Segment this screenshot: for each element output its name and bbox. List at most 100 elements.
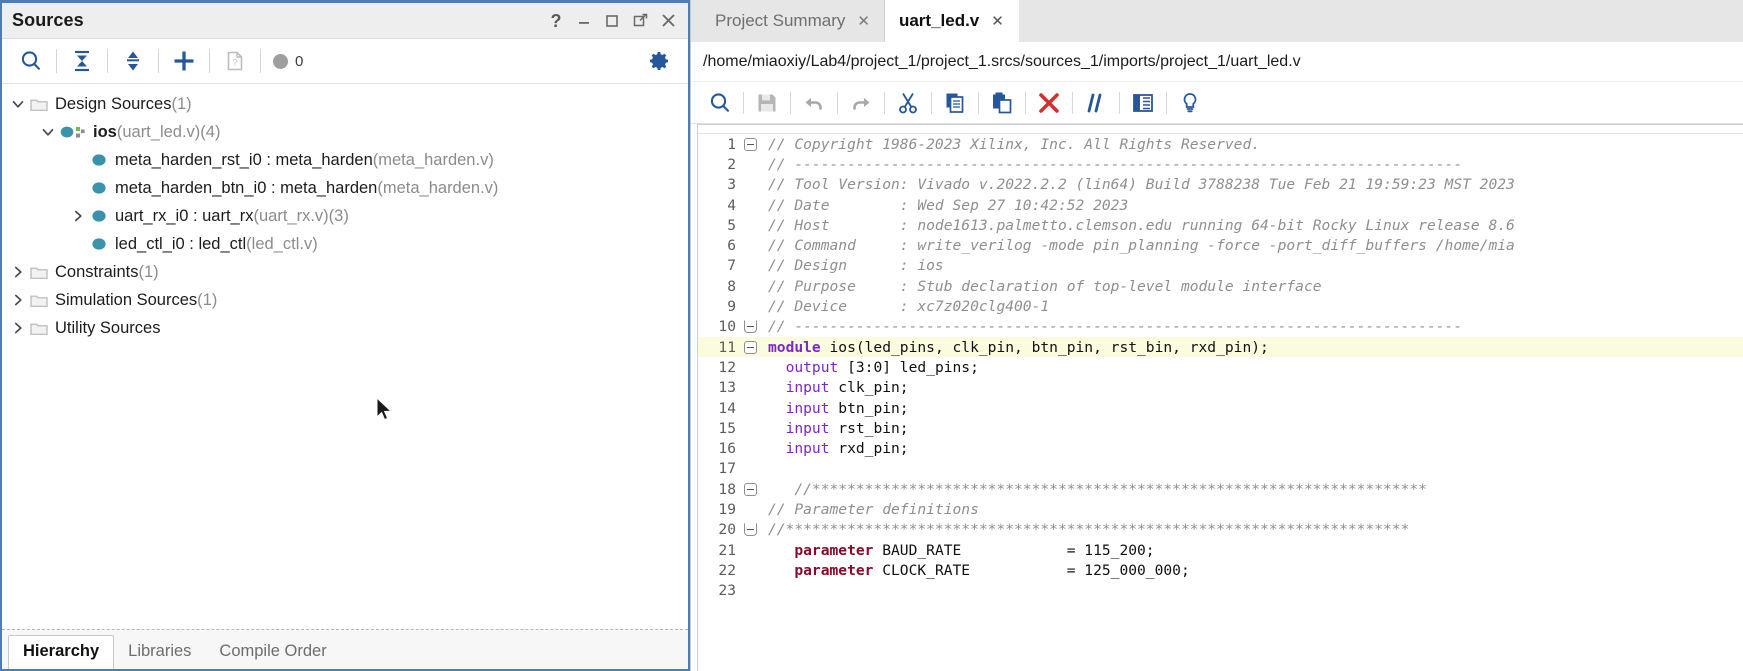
code-token: rxd_pin; xyxy=(829,440,909,458)
code-line[interactable]: 4 // Date : Wed Sep 27 10:42:52 2023 xyxy=(698,195,1743,215)
expand-collapse-icon[interactable] xyxy=(114,43,152,79)
code-line[interactable]: 14 input btn_pin; xyxy=(698,398,1743,418)
fold-collapse-icon[interactable] xyxy=(740,482,760,496)
comment-icon[interactable] xyxy=(1073,86,1119,120)
tree-item[interactable]: ios (uart_led.v) (4) xyxy=(2,118,688,146)
code-line[interactable]: 16 input rxd_pin; xyxy=(698,438,1743,458)
table-icon[interactable] xyxy=(1120,86,1166,120)
code-text: // Date : Wed Sep 27 10:42:52 2023 xyxy=(760,197,1128,214)
code-line[interactable]: 3 // Tool Version: Vivado v.2022.2.2 (lin… xyxy=(698,175,1743,195)
code-line[interactable]: 19 // Parameter definitions xyxy=(698,499,1743,519)
collapse-all-icon[interactable] xyxy=(63,43,101,79)
code-token: ios(led_pins, clk_pin, btn_pin, rst_bin,… xyxy=(820,338,1269,356)
code-line[interactable]: 6 // Command : write_verilog -mode pin_pl… xyxy=(698,235,1743,255)
code-line[interactable]: 13 input clk_pin; xyxy=(698,378,1743,398)
code-line[interactable]: 10 // -----------------------------------… xyxy=(698,317,1743,337)
code-token: input xyxy=(785,440,830,458)
tab-libraries[interactable]: Libraries xyxy=(114,636,205,669)
code-line[interactable]: 21 parameter BAUD_RATE = 115_200; xyxy=(698,540,1743,560)
fold-collapse-icon[interactable] xyxy=(740,340,760,354)
chevron-right-icon[interactable] xyxy=(8,290,28,310)
code-line[interactable]: 1 // Copyright 1986-2023 Xilinx, Inc. All… xyxy=(698,134,1743,154)
code-text: output [3:0] led_pins; xyxy=(760,359,979,376)
report-icon[interactable]: ? xyxy=(216,43,254,79)
close-icon[interactable] xyxy=(656,9,680,33)
search-icon[interactable] xyxy=(12,43,50,79)
chevron-right-icon[interactable] xyxy=(8,262,28,282)
code-line[interactable]: 11 module ios(led_pins, clk_pin, btn_pin,… xyxy=(698,336,1743,358)
tree-item[interactable]: Simulation Sources (1) xyxy=(2,286,688,314)
tree-item[interactable]: Design Sources (1) xyxy=(2,90,688,118)
tree-item[interactable]: Constraints (1) xyxy=(2,258,688,286)
undo-icon[interactable] xyxy=(791,86,837,120)
message-count: 0 xyxy=(295,52,304,70)
toolbar-separator xyxy=(209,49,210,73)
tree-item[interactable]: uart_rx_i0 : uart_rx (uart_rx.v) (3) xyxy=(2,202,688,230)
line-number: 17 xyxy=(718,460,736,478)
tree-item-filename: (meta_harden.v) xyxy=(372,150,494,169)
fold-end-icon[interactable] xyxy=(740,320,760,334)
code-line[interactable]: 20 //************************************… xyxy=(698,520,1743,540)
save-icon[interactable] xyxy=(744,86,790,120)
code-token: module xyxy=(768,338,821,356)
tree-item[interactable]: led_ctl_i0 : led_ctl (led_ctl.v) xyxy=(2,230,688,258)
fold-end-icon[interactable] xyxy=(740,523,760,537)
chevron-right-icon[interactable] xyxy=(68,206,88,226)
paste-icon[interactable] xyxy=(979,86,1025,120)
find-icon[interactable] xyxy=(697,86,743,120)
add-sources-icon[interactable] xyxy=(165,43,203,79)
code-line[interactable]: 22 parameter CLOCK_RATE = 125_000_000; xyxy=(698,560,1743,580)
code-text: // Host : node1613.palmetto.clemson.edu … xyxy=(760,217,1515,234)
code-line[interactable]: 5 // Host : node1613.palmetto.clemson.edu… xyxy=(698,215,1743,235)
code-line[interactable]: 12 output [3:0] led_pins; xyxy=(698,357,1743,377)
toolbar-separator xyxy=(158,49,159,73)
code-token: // Purpose : Stub declaration of top-lev… xyxy=(768,277,1322,295)
gear-icon[interactable] xyxy=(640,43,678,79)
code-editor[interactable]: 1 // Copyright 1986-2023 Xilinx, Inc. All… xyxy=(697,124,1743,671)
tab-compile-order[interactable]: Compile Order xyxy=(205,636,340,669)
bulb-icon[interactable] xyxy=(1167,86,1213,120)
line-number: 21 xyxy=(718,541,736,559)
fold-collapse-icon[interactable] xyxy=(740,137,760,151)
line-number: 1 xyxy=(727,135,736,153)
code-line[interactable]: 18 //***********************************… xyxy=(698,479,1743,499)
tree-item[interactable]: meta_harden_btn_i0 : meta_harden (meta_h… xyxy=(2,174,688,202)
module-icon xyxy=(88,206,110,226)
close-icon[interactable]: ✕ xyxy=(857,14,870,29)
code-token: parameter xyxy=(794,561,874,579)
toolbar-separator xyxy=(260,49,261,73)
code-text: input btn_pin; xyxy=(760,400,909,417)
editor-tab-uart-led-v[interactable]: uart_led.v ✕ xyxy=(884,0,1019,42)
help-icon[interactable]: ? xyxy=(544,9,568,33)
code-line[interactable]: 8 // Purpose : Stub declaration of top-le… xyxy=(698,276,1743,296)
redo-icon[interactable] xyxy=(838,86,884,120)
float-icon[interactable] xyxy=(628,9,652,33)
tab-hierarchy[interactable]: Hierarchy xyxy=(8,635,115,669)
chevron-down-icon[interactable] xyxy=(38,122,58,142)
code-line[interactable]: 15 input rst_bin; xyxy=(698,418,1743,438)
close-icon[interactable]: ✕ xyxy=(991,14,1004,29)
code-token: output xyxy=(785,358,839,376)
copy-icon[interactable] xyxy=(932,86,978,120)
cut-icon[interactable] xyxy=(885,86,931,120)
delete-icon[interactable] xyxy=(1026,86,1072,120)
editor-toolbar xyxy=(691,82,1743,124)
sources-tree[interactable]: Design Sources (1) ios (uart_led.v) (4) me… xyxy=(2,84,688,629)
code-line[interactable]: 2 // ------------------------------------… xyxy=(698,154,1743,174)
maximize-icon[interactable] xyxy=(600,9,624,33)
tree-item[interactable]: Utility Sources xyxy=(2,314,688,342)
tree-item[interactable]: meta_harden_rst_i0 : meta_harden (meta_h… xyxy=(2,146,688,174)
chevron-down-icon[interactable] xyxy=(8,94,28,114)
message-count-group[interactable]: 0 xyxy=(273,53,303,70)
editor-tab-project-summary[interactable]: Project Summary ✕ xyxy=(701,0,885,42)
code-line[interactable]: 17 xyxy=(698,459,1743,479)
code-line[interactable]: 9 // Device : xc7z020clg400-1 xyxy=(698,296,1743,316)
code-line[interactable]: 7 // Design : ios xyxy=(698,256,1743,276)
code-line[interactable]: 23 xyxy=(698,581,1743,601)
tree-item-label: uart_rx_i0 : uart_rx xyxy=(115,206,254,225)
code-token: // Design : ios xyxy=(768,257,944,275)
minimize-icon[interactable] xyxy=(572,9,596,33)
code-token: // Copyright 1986-2023 Xilinx, Inc. All … xyxy=(768,135,1261,153)
tree-item-count: (4) xyxy=(200,122,221,141)
chevron-right-icon[interactable] xyxy=(8,318,28,338)
